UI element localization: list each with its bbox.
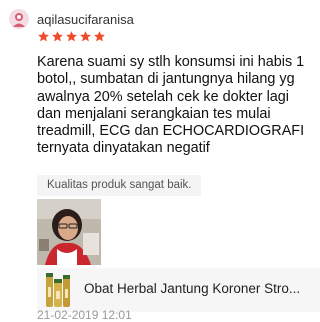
star-icon <box>94 31 105 42</box>
product-bottle-icon <box>41 271 75 309</box>
star-icon <box>52 31 63 42</box>
quality-tag: Kualitas produk sangat baik. <box>37 175 202 196</box>
star-icon <box>80 31 91 42</box>
username[interactable]: aqilasucifaranisa <box>37 12 134 27</box>
star-icon <box>38 31 49 42</box>
product-name[interactable]: Obat Herbal Jantung Koroner Stro... <box>84 281 316 296</box>
review-comment: Karena suami sy stlh konsumsi ini habis … <box>37 54 305 157</box>
review-card: aqilasucifaranisa Karena suami sy stlh k… <box>0 0 320 322</box>
avatar[interactable] <box>9 9 29 29</box>
star-rating <box>37 30 106 43</box>
star-icon <box>66 31 77 42</box>
review-photo[interactable] <box>37 199 101 265</box>
product-card[interactable]: Obat Herbal Jantung Koroner Stro... <box>37 268 320 312</box>
